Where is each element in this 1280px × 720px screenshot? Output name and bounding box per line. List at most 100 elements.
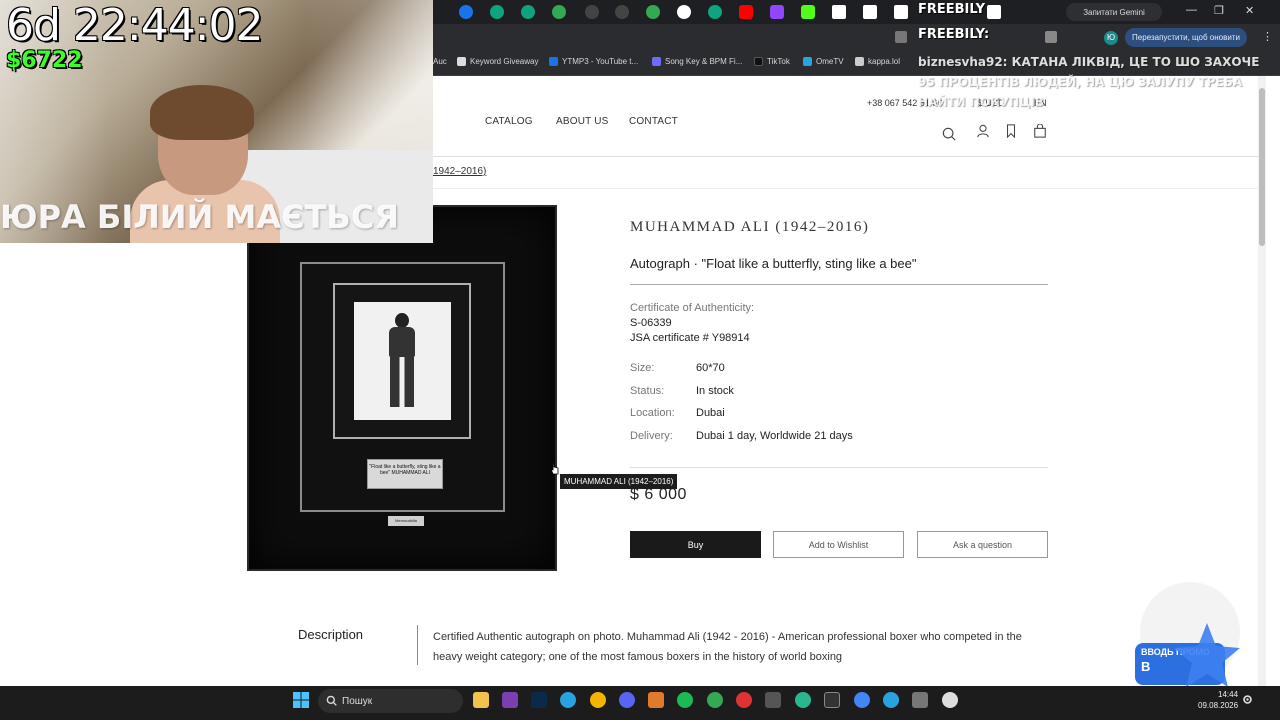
clock-time: 14:44 xyxy=(1218,690,1239,699)
settings-icon[interactable] xyxy=(1242,694,1253,705)
spec-status-label: Status: xyxy=(630,385,665,397)
tab-favicon[interactable] xyxy=(615,5,629,19)
calculator-icon[interactable] xyxy=(912,692,928,708)
certificate-jsa: JSA certificate # Y98914 xyxy=(630,332,750,344)
boxer-figure xyxy=(389,327,415,357)
tab-favicon[interactable] xyxy=(770,5,784,19)
terminal-icon[interactable] xyxy=(824,692,840,708)
bookmark-item[interactable]: YTMP3 - YouTube t... xyxy=(549,57,638,66)
stream-money: $6722 xyxy=(6,48,83,73)
search-icon[interactable] xyxy=(942,127,956,141)
product-subtitle: Autograph · "Float like a butterfly, sti… xyxy=(630,256,917,271)
telegram-icon[interactable] xyxy=(560,692,576,708)
app-icon[interactable] xyxy=(795,692,811,708)
stream-chat-message: biznesvha92: КАТАНА ЛІКВІД, ЦЕ ТО ШО ЗАХ… xyxy=(918,55,1260,109)
bookmark-icon xyxy=(652,57,661,66)
account-icon[interactable] xyxy=(976,124,990,138)
boxer-figure xyxy=(395,313,409,328)
close-icon[interactable]: ✕ xyxy=(1245,4,1254,17)
stream-overlay-text: FREEBILY: xyxy=(918,27,990,42)
app-icon[interactable] xyxy=(765,692,781,708)
bookmark-item[interactable]: OmeTV xyxy=(803,57,844,66)
windows-start-icon[interactable] xyxy=(293,692,309,708)
relaunch-button[interactable]: Перезапустити, щоб оновити xyxy=(1125,28,1247,47)
extensions-icon[interactable] xyxy=(1045,31,1057,43)
spec-size-value: 60*70 xyxy=(696,362,725,374)
bookmark-icon xyxy=(549,57,558,66)
restore-icon[interactable]: ❐ xyxy=(1214,4,1224,17)
tab-favicon[interactable] xyxy=(552,5,566,19)
cart-icon[interactable] xyxy=(1033,124,1047,138)
nav-about-us[interactable]: ABOUT US xyxy=(556,116,609,127)
taskbar xyxy=(0,686,1280,720)
spec-status-value: In stock xyxy=(696,385,734,397)
app-icon[interactable] xyxy=(648,692,664,708)
spec-location-value: Dubai xyxy=(696,407,725,419)
buy-button[interactable]: Buy xyxy=(630,531,761,558)
nav-contact[interactable]: CONTACT xyxy=(629,116,678,127)
tab-favicon[interactable] xyxy=(863,5,877,19)
star-icon xyxy=(1174,623,1240,687)
breadcrumb-current[interactable]: 1942–2016) xyxy=(433,166,486,177)
discord-icon[interactable] xyxy=(619,692,635,708)
minimize-icon[interactable]: — xyxy=(1186,4,1197,16)
tab-favicon[interactable] xyxy=(459,5,473,19)
tab-favicon[interactable] xyxy=(987,5,1001,19)
bookmark-icon xyxy=(457,57,466,66)
divider xyxy=(630,284,1048,285)
bookmark-icon xyxy=(855,57,864,66)
nav-catalog[interactable]: CATALOG xyxy=(485,116,533,127)
app-icon[interactable] xyxy=(502,692,518,708)
certificate-number: S-06339 xyxy=(630,317,672,329)
chrome-icon[interactable] xyxy=(854,692,870,708)
tab-favicon[interactable] xyxy=(646,5,660,19)
telegram-icon[interactable] xyxy=(883,692,899,708)
tiktok-icon xyxy=(754,57,763,66)
stream-timer: 6d 22:44:02 xyxy=(6,0,264,51)
tab-favicon[interactable] xyxy=(832,5,846,19)
bookmark-item[interactable]: TikTok xyxy=(754,57,790,66)
bookmark-item[interactable]: Auc xyxy=(433,57,447,66)
tab-favicon[interactable] xyxy=(894,5,908,19)
bookmark-item[interactable]: Keyword Giveaway xyxy=(457,57,538,66)
bookmark-icon[interactable] xyxy=(1004,124,1018,138)
file-explorer-icon[interactable] xyxy=(473,692,489,708)
tab-favicon[interactable] xyxy=(801,5,815,19)
relaunch-label: Перезапустити, щоб оновити xyxy=(1132,33,1240,42)
ask-question-button[interactable]: Ask a question xyxy=(917,531,1048,558)
spec-delivery-label: Delivery: xyxy=(630,430,673,442)
gemini-label: Запитати Gemini xyxy=(1083,7,1145,17)
webcam-person xyxy=(150,85,254,140)
chrome-icon[interactable] xyxy=(590,692,606,708)
tab-favicon[interactable] xyxy=(521,5,535,19)
add-to-wishlist-button[interactable]: Add to Wishlist xyxy=(773,531,904,558)
tab-favicon[interactable] xyxy=(708,5,722,19)
spec-delivery-value: Dubai 1 day, Worldwide 21 days xyxy=(696,430,853,442)
tab-favicon[interactable] xyxy=(490,5,504,19)
certificate-label: Certificate of Authenticity: xyxy=(630,302,755,314)
translate-icon[interactable] xyxy=(895,31,907,43)
bookmark-item[interactable]: Song Key & BPM Fi... xyxy=(652,57,742,66)
menu-icon[interactable]: ⋮ xyxy=(1262,30,1273,43)
gemini-button[interactable]: Запитати Gemini xyxy=(1066,3,1162,21)
spotify-icon[interactable] xyxy=(677,692,693,708)
image-tooltip: MUHAMMAD ALI (1942–2016) xyxy=(560,474,678,489)
tab-favicon[interactable] xyxy=(739,5,753,19)
stream-overlay-text: FREEBILY xyxy=(918,2,986,17)
app-icon[interactable] xyxy=(736,692,752,708)
tab-favicon[interactable] xyxy=(677,5,691,19)
system-clock[interactable]: 14:44 09.08.2026 xyxy=(1198,689,1238,711)
hand-cursor-icon xyxy=(550,462,559,475)
divider xyxy=(630,467,1048,468)
divider xyxy=(417,625,418,665)
description-text: Certified Authentic autograph on photo. … xyxy=(433,631,1022,663)
chrome-icon[interactable] xyxy=(707,692,723,708)
taskbar-search[interactable]: Пошук xyxy=(318,689,463,713)
media-player-icon[interactable] xyxy=(942,692,958,708)
profile-avatar[interactable]: Ю xyxy=(1104,31,1118,45)
tab-favicon[interactable] xyxy=(585,5,599,19)
search-icon xyxy=(326,695,337,706)
photoshop-icon[interactable] xyxy=(531,692,547,708)
quote-plaque: "Float like a butterfly, sting like a be… xyxy=(367,459,443,489)
bookmark-item[interactable]: kappa.lol xyxy=(855,57,900,66)
